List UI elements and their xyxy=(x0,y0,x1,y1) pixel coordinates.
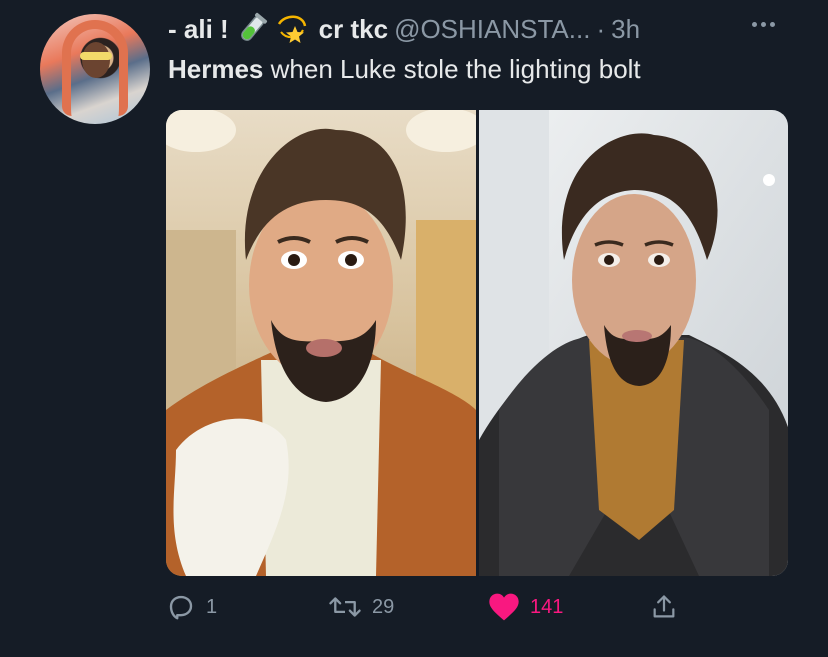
secondary-name[interactable]: cr tkc xyxy=(319,14,388,45)
tweet-text: Hermes when Luke stole the lighting bolt xyxy=(168,54,641,85)
tweet-text-mention: Hermes xyxy=(168,54,264,84)
tweet-header: - ali ! cr tkc @OSHIANSTA... · 3h xyxy=(168,10,640,48)
reply-button[interactable]: 1 xyxy=(166,592,217,622)
avatar-glasses xyxy=(80,52,112,60)
tweet-text-body: when Luke stole the lighting bolt xyxy=(263,54,641,84)
action-bar: 1 29 141 xyxy=(166,592,686,632)
heart-icon xyxy=(488,592,520,622)
retweet-count: 29 xyxy=(372,595,395,618)
media-photo-left[interactable] xyxy=(166,110,476,576)
like-button[interactable]: 141 xyxy=(488,592,563,622)
like-count: 141 xyxy=(530,595,564,618)
dizzy-star-icon xyxy=(275,12,309,46)
share-icon xyxy=(650,592,678,622)
tweet-card[interactable]: - ali ! cr tkc @OSHIANSTA... · 3h Hermes… xyxy=(0,0,828,657)
timestamp[interactable]: 3h xyxy=(611,14,640,45)
avatar-face xyxy=(82,42,110,78)
separator-dot: · xyxy=(596,13,606,44)
media-grid[interactable] xyxy=(166,110,788,576)
reply-count: 1 xyxy=(206,595,218,618)
avatar[interactable] xyxy=(40,14,150,124)
retweet-icon xyxy=(328,592,362,622)
test-tube-icon xyxy=(235,12,269,46)
media-photo-right[interactable] xyxy=(478,110,788,576)
more-icon[interactable] xyxy=(752,22,775,27)
user-handle[interactable]: @OSHIANSTA... xyxy=(394,14,590,45)
display-name[interactable]: - ali ! xyxy=(168,14,229,45)
reply-icon xyxy=(166,592,196,622)
share-button[interactable] xyxy=(650,592,678,622)
retweet-button[interactable]: 29 xyxy=(328,592,394,622)
